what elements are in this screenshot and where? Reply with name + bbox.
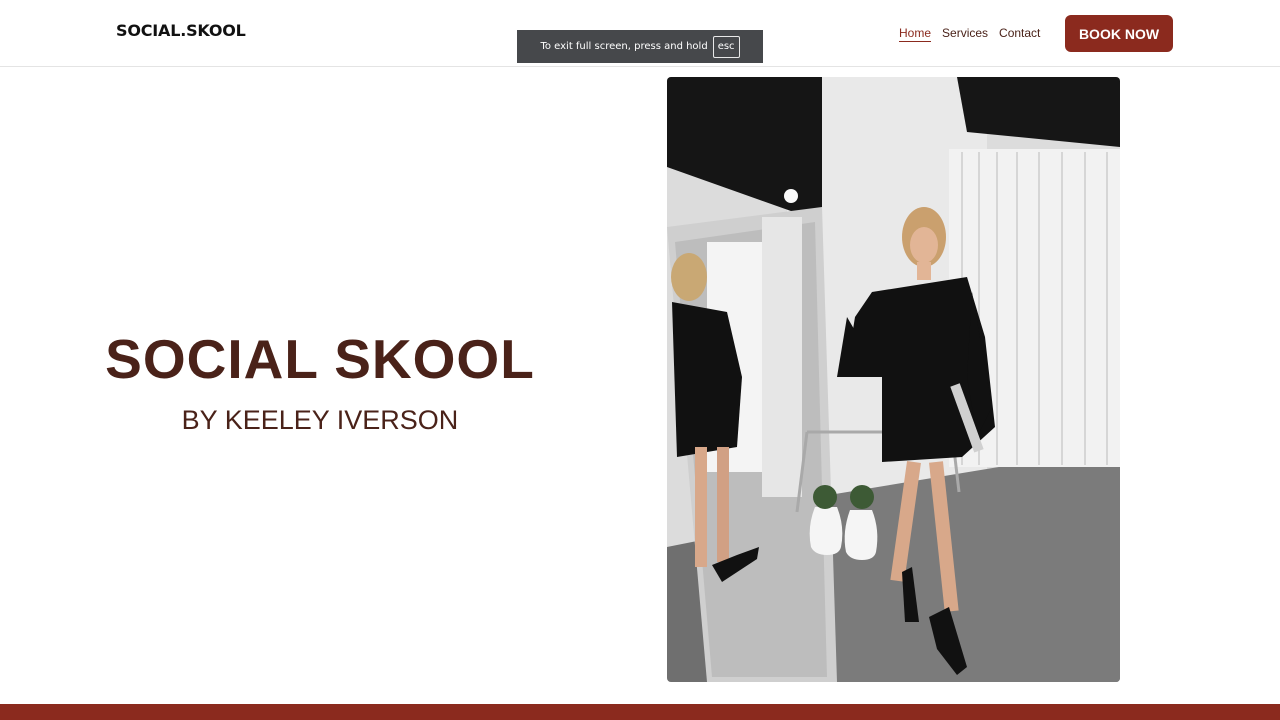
- site-logo[interactable]: SOCIAL.SKOOL: [116, 21, 246, 40]
- main-nav: Home Services Contact: [899, 26, 1040, 42]
- book-now-button[interactable]: BOOK NOW: [1065, 15, 1173, 52]
- footer-accent-bar: [0, 704, 1280, 720]
- hero-photo-illustration: [667, 77, 1120, 682]
- esc-key-badge: esc: [712, 35, 740, 58]
- fullscreen-exit-notice: To exit full screen, press and hold esc: [517, 30, 763, 63]
- fullscreen-notice-text: To exit full screen, press and hold: [540, 41, 708, 52]
- nav-link-services[interactable]: Services: [942, 26, 988, 42]
- hero-title: SOCIAL SKOOL: [105, 328, 535, 390]
- hero-subtitle: BY KEELEY IVERSON: [181, 405, 459, 435]
- nav-link-contact[interactable]: Contact: [999, 26, 1040, 42]
- hero-photo: [667, 77, 1120, 682]
- nav-link-home[interactable]: Home: [899, 26, 932, 42]
